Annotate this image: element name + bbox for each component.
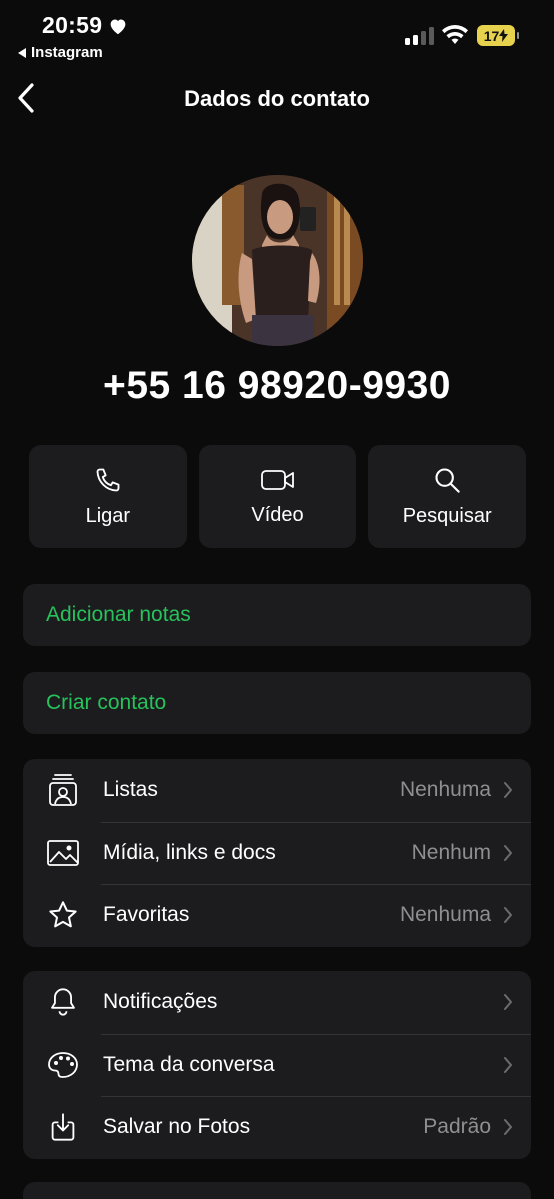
media-links-docs-row[interactable]: Mídia, links e docs Nenhum bbox=[23, 821, 531, 885]
video-icon bbox=[260, 469, 294, 490]
star-icon bbox=[49, 901, 77, 928]
battery-level: 17 bbox=[483, 27, 500, 44]
search-label: Pesquisar bbox=[402, 504, 492, 527]
heart-icon bbox=[110, 18, 126, 34]
create-contact-label: Criar contato bbox=[46, 691, 167, 714]
back-to-app-link[interactable]: Instagram bbox=[18, 44, 103, 61]
notifications-label: Notificações bbox=[103, 990, 218, 1014]
charging-bolt-icon bbox=[499, 29, 509, 42]
add-notes-label: Adicionar notas bbox=[46, 603, 191, 626]
bell-icon bbox=[51, 988, 75, 1016]
chevron-right-icon bbox=[504, 782, 512, 799]
phone-icon bbox=[96, 468, 120, 491]
chat-theme-row[interactable]: Tema da conversa bbox=[23, 1033, 531, 1097]
chevron-right-icon bbox=[504, 1119, 512, 1136]
chat-settings-group: Notificações Tema da conversa Salvar no … bbox=[23, 971, 531, 1159]
video-call-button[interactable]: Vídeo bbox=[198, 445, 357, 548]
status-bar: 20:59 Instagram 17 bbox=[0, 0, 554, 70]
page-title: Dados do contato bbox=[184, 86, 370, 111]
image-icon bbox=[47, 839, 79, 866]
save-to-photos-row[interactable]: Salvar no Fotos Padrão bbox=[23, 1096, 531, 1159]
save-to-photos-value: Padrão bbox=[423, 1115, 491, 1139]
save-to-photos-label: Salvar no Fotos bbox=[103, 1115, 251, 1139]
contact-avatar[interactable] bbox=[192, 175, 363, 346]
call-label: Ligar bbox=[85, 504, 131, 527]
contact-info-group: Listas Nenhuma Mídia, links e docs Nenhu… bbox=[23, 759, 531, 947]
favorites-value: Nenhuma bbox=[399, 903, 491, 927]
clock: 20:59 bbox=[42, 12, 103, 38]
lists-row[interactable]: Listas Nenhuma bbox=[23, 759, 531, 822]
status-time: 20:59 bbox=[42, 12, 128, 39]
call-button[interactable]: Ligar bbox=[29, 445, 187, 548]
lists-icon bbox=[49, 774, 77, 807]
avatar-photo bbox=[192, 175, 363, 346]
search-button[interactable]: Pesquisar bbox=[368, 445, 527, 548]
search-icon bbox=[435, 467, 460, 493]
media-value: Nenhum bbox=[411, 840, 491, 864]
favorites-label: Favoritas bbox=[103, 903, 190, 927]
media-label: Mídia, links e docs bbox=[103, 840, 276, 864]
back-app-label: Instagram bbox=[31, 44, 103, 61]
chevron-right-icon bbox=[504, 907, 512, 924]
lists-label: Listas bbox=[103, 778, 158, 802]
chevron-right-icon bbox=[504, 1056, 512, 1073]
lists-value: Nenhuma bbox=[399, 778, 491, 802]
chevron-right-icon bbox=[504, 844, 512, 861]
cellular-signal-icon bbox=[405, 27, 434, 45]
save-download-icon bbox=[51, 1113, 75, 1141]
battery-indicator: 17 bbox=[477, 25, 519, 46]
chevron-right-icon bbox=[504, 994, 512, 1011]
create-contact-button[interactable]: Criar contato bbox=[23, 672, 531, 734]
chat-theme-label: Tema da conversa bbox=[103, 1052, 275, 1076]
notifications-row[interactable]: Notificações bbox=[23, 971, 531, 1034]
palette-icon bbox=[48, 1051, 78, 1078]
favorites-row[interactable]: Favoritas Nenhuma bbox=[23, 884, 531, 947]
contact-phone-number: +55 16 98920-9930 bbox=[103, 364, 451, 407]
quick-actions: Ligar Vídeo Pesquisar bbox=[29, 445, 527, 548]
add-notes-button[interactable]: Adicionar notas bbox=[23, 584, 531, 646]
video-label: Vídeo bbox=[251, 503, 304, 526]
next-group-card bbox=[23, 1182, 531, 1199]
back-triangle-icon bbox=[18, 47, 26, 58]
wifi-icon bbox=[442, 25, 468, 44]
